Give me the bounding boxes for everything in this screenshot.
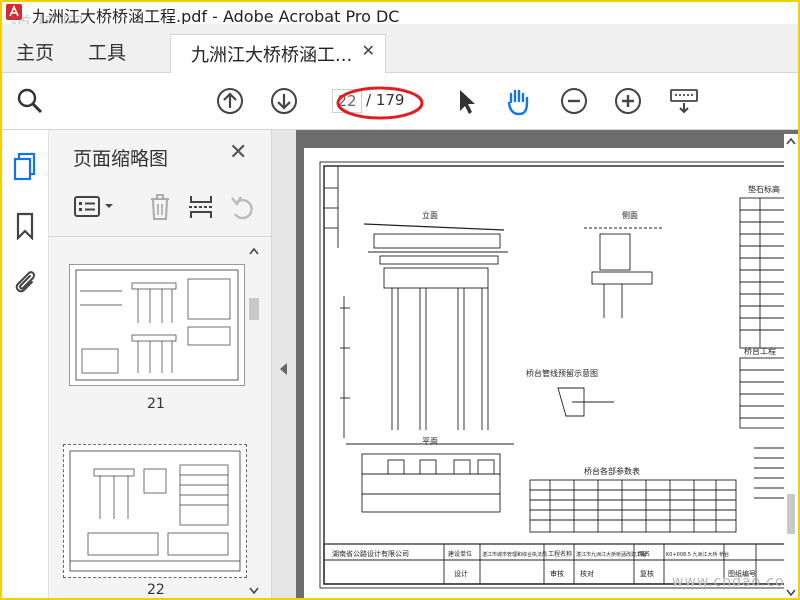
- tab-home[interactable]: 主页: [16, 38, 54, 65]
- tab-tools[interactable]: 工具: [88, 38, 126, 65]
- pdf-page: 立面 侧面 垫石标高 桥台工程 桥台管线预留示意图 桥台各部参数表 平面 湖南省…: [304, 148, 798, 598]
- panel-toolbar: [49, 180, 271, 237]
- thumbnail-label-22: 22: [147, 582, 165, 598]
- title-block-client: 湛江市城市管理和综合执法局: [482, 551, 547, 558]
- thumbnail-label-21: 21: [147, 396, 165, 412]
- thumbnail-drawing: [69, 450, 241, 572]
- document-scrollbar[interactable]: [784, 134, 798, 600]
- title-block-review: 审核: [550, 569, 564, 578]
- toolbar: 22 / 179: [2, 73, 798, 130]
- trash-icon[interactable]: [147, 192, 173, 222]
- zoom-in-icon[interactable]: [612, 85, 644, 117]
- select-cursor-icon[interactable]: [450, 85, 482, 117]
- title-block-company: 湖南省公路设计有限公司: [332, 549, 409, 558]
- tab-row: 主页 工具 九洲江大桥桥涵工... ✕: [2, 24, 798, 73]
- drawing-title-plan: 平面: [422, 437, 438, 446]
- drawing-title-pipeline: 桥台管线预留示意图: [526, 368, 598, 378]
- title-bar: 九洲江大桥桥涵工程.pdf - Adobe Acrobat Pro DC 道桥网: [2, 2, 798, 39]
- page-thumbnails-icon[interactable]: [12, 152, 38, 182]
- engineering-drawing: 立面 侧面 垫石标高 桥台工程 桥台管线预留示意图 桥台各部参数表 平面 湖南省…: [319, 161, 798, 589]
- collapse-arrow-icon: [280, 363, 287, 375]
- options-menu-icon[interactable]: [73, 194, 117, 220]
- title-block-project-label: 工程名称: [548, 550, 572, 558]
- search-icon[interactable]: [14, 85, 46, 117]
- page-down-icon[interactable]: [268, 85, 300, 117]
- title-block-drawing-name: K0+008.5 九洲江大桥 桥台: [666, 551, 729, 558]
- title-block-recheck: 复核: [640, 569, 654, 578]
- page-up-icon[interactable]: [214, 85, 246, 117]
- document-viewer[interactable]: 立面 侧面 垫石标高 桥台工程 桥台管线预留示意图 桥台各部参数表 平面 湖南省…: [296, 130, 798, 598]
- panel-collapse-handle[interactable]: [272, 130, 296, 598]
- drawing-title-params: 桥台各部参数表: [584, 466, 640, 476]
- title-block-design: 设计: [454, 569, 468, 578]
- insert-pages-icon[interactable]: [187, 192, 215, 222]
- drawing-title-side: 侧面: [622, 210, 638, 220]
- page-thumbnail-21[interactable]: [69, 264, 245, 386]
- tab-document-label: 九洲江大桥桥涵工...: [191, 45, 353, 66]
- hand-tool-icon[interactable]: [502, 85, 534, 117]
- left-navigation-rail: [2, 130, 49, 598]
- panel-scrollbar[interactable]: [247, 244, 261, 598]
- drawing-title-pad-elevation: 垫石标高: [748, 184, 780, 194]
- drawing-title-elevation: 立面: [422, 210, 438, 220]
- title-block-drawing-label: 图名: [638, 550, 650, 558]
- site-watermark-url: www.cndao.com: [672, 574, 800, 590]
- keyboard-scroll-icon[interactable]: [668, 85, 700, 117]
- title-block-check: 核对: [580, 569, 594, 578]
- zoom-out-icon[interactable]: [558, 85, 590, 117]
- title-block-project: 湛江市九洲江大桥桥涵改建工程: [576, 551, 646, 558]
- thumbnail-drawing: [75, 269, 239, 381]
- app-window: 九洲江大桥桥涵工程.pdf - Adobe Acrobat Pro DC 道桥网…: [0, 0, 800, 600]
- red-annotation-ellipse: [336, 86, 424, 120]
- page-thumbnail-22[interactable]: [63, 444, 247, 578]
- rotate-icon[interactable]: [229, 192, 257, 222]
- attachment-icon[interactable]: [12, 266, 38, 296]
- tab-document[interactable]: 九洲江大桥桥涵工... ✕: [170, 34, 386, 73]
- tab-close-icon[interactable]: ✕: [362, 41, 375, 60]
- title-block-client-label: 建设单位: [448, 550, 472, 558]
- panel-title: 页面缩略图: [73, 148, 169, 170]
- bookmark-icon[interactable]: [15, 212, 35, 240]
- thumbnails-panel: 页面缩略图 ✕ 21 22: [49, 130, 272, 598]
- drawing-title-abutment-qty: 桥台工程: [744, 346, 776, 356]
- panel-close-icon[interactable]: ✕: [229, 140, 247, 165]
